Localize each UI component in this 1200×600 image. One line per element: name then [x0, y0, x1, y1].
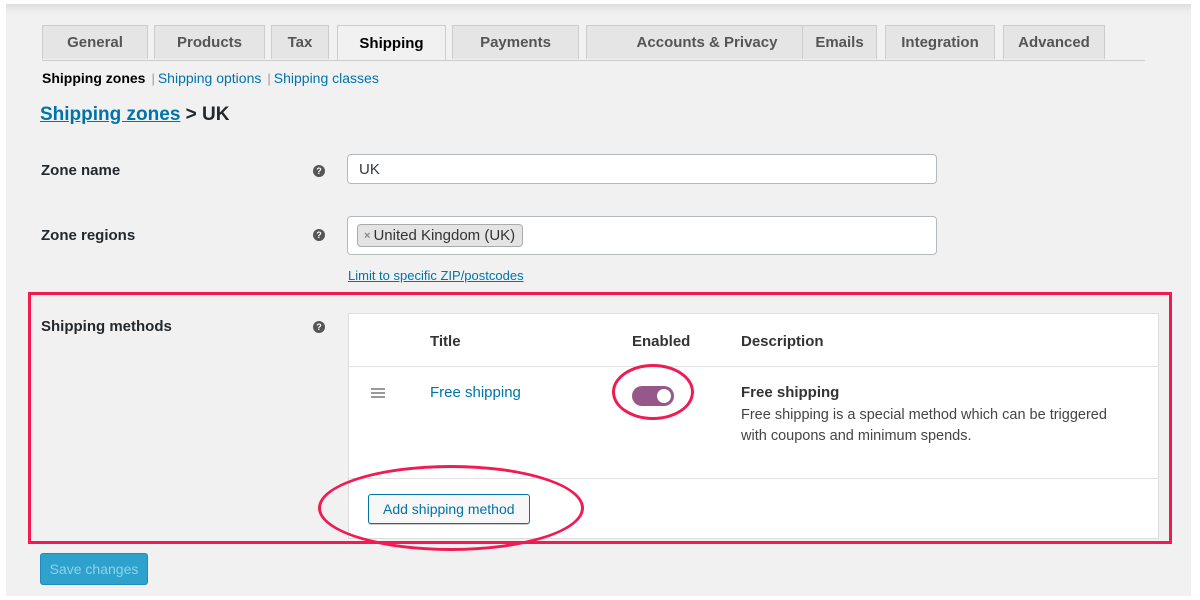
tab-label: Payments — [480, 34, 551, 51]
tab-label: General — [67, 34, 123, 51]
zone-name-input[interactable]: UK — [347, 154, 937, 184]
tab-label: Emails — [815, 34, 864, 51]
tab-payments[interactable]: Payments — [452, 25, 579, 59]
zone-regions-label: Zone regions — [41, 227, 136, 244]
breadcrumb-shipping-zones-link[interactable]: Shipping zones — [40, 104, 180, 125]
tab-integration[interactable]: Integration — [885, 25, 995, 59]
tab-tax[interactable]: Tax — [271, 25, 329, 59]
zone-name-help-icon[interactable]: ? — [313, 165, 325, 177]
zone-regions-help-icon[interactable]: ? — [313, 229, 325, 241]
tab-emails[interactable]: Emails — [802, 25, 877, 59]
subnav-current: Shipping zones — [42, 70, 146, 86]
tab-shipping[interactable]: Shipping — [337, 25, 446, 60]
remove-region-icon[interactable]: × — [364, 230, 370, 242]
subnav-separator: | — [151, 71, 155, 86]
region-chip: × United Kingdom (UK) — [357, 224, 524, 247]
tab-label: Accounts & Privacy — [636, 34, 778, 51]
zone-name-value: UK — [359, 160, 380, 178]
breadcrumb-current: > UK — [185, 104, 230, 125]
tab-label: Advanced — [1018, 34, 1090, 51]
breadcrumb: Shipping zones > UK — [40, 104, 230, 126]
tab-label: Products — [176, 34, 242, 51]
shipping-subnav: Shipping zones | Shipping options | Shipping… — [42, 70, 379, 86]
limit-postcodes-link[interactable]: Limit to specific ZIP/postcodes — [348, 268, 524, 283]
tab-accounts-privacy[interactable]: Accounts & Privacy — [586, 25, 828, 59]
region-chip-label: United Kingdom (UK) — [373, 227, 516, 244]
tab-label: Tax — [287, 34, 313, 51]
settings-page: General Products Tax Shipping Payments A… — [6, 4, 1191, 596]
zone-regions-select[interactable]: × United Kingdom (UK) — [347, 216, 937, 255]
tab-label: Integration — [901, 34, 979, 51]
subnav-shipping-options[interactable]: Shipping options — [158, 70, 262, 86]
subnav-separator: | — [267, 71, 271, 86]
annotation-highlight-box — [28, 292, 1172, 544]
save-changes-button[interactable]: Save changes — [40, 553, 148, 585]
tab-products[interactable]: Products — [154, 25, 265, 59]
tab-label: Shipping — [359, 34, 424, 52]
subnav-shipping-classes[interactable]: Shipping classes — [274, 70, 379, 86]
settings-tabs: General Products Tax Shipping Payments A… — [42, 25, 1145, 61]
zone-name-label: Zone name — [41, 162, 121, 179]
tab-general[interactable]: General — [42, 25, 148, 59]
tab-advanced[interactable]: Advanced — [1003, 25, 1105, 59]
